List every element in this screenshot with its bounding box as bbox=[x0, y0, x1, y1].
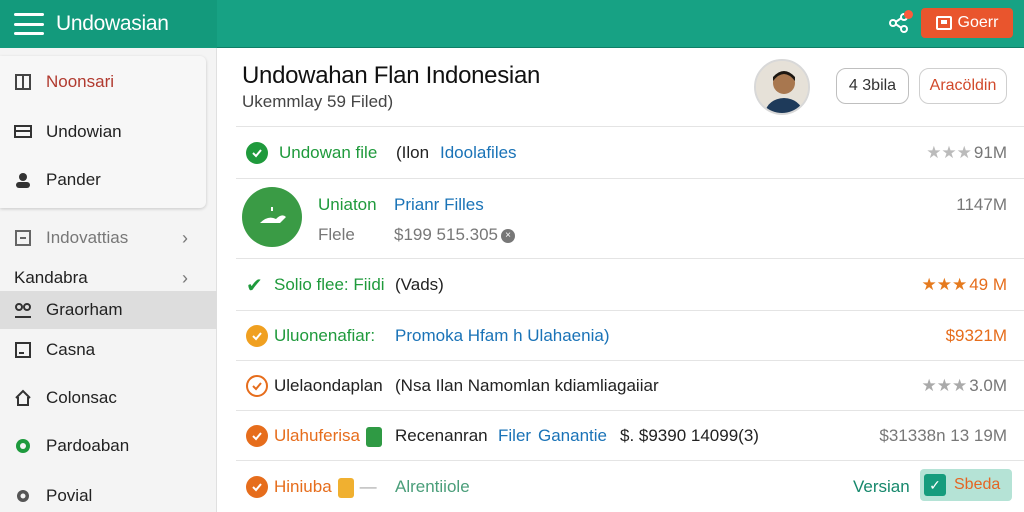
sidebar-item-indovattias[interactable]: Indovattias › bbox=[14, 224, 188, 252]
row-detail: (Vads) bbox=[395, 275, 444, 294]
row-size: $9321M bbox=[945, 326, 1007, 345]
row-link[interactable]: Prianr Filles bbox=[394, 195, 484, 215]
sidebar-item-label: Indovattias bbox=[46, 228, 129, 247]
monitor-icon bbox=[14, 123, 32, 141]
sidebar-item-pander[interactable]: Pander bbox=[14, 166, 101, 194]
top-action-button[interactable]: Goerr bbox=[921, 8, 1013, 38]
sidebar-item-label: Pander bbox=[46, 170, 101, 189]
close-icon[interactable]: × bbox=[501, 228, 515, 243]
table-row[interactable]: Hiniuba — Alrentiiole Versian bbox=[236, 460, 1024, 512]
sidebar-item-undowian[interactable]: Undowian bbox=[14, 118, 122, 146]
row-name: Ulelaondaplan bbox=[274, 376, 383, 395]
sidebar-item-povial[interactable]: Povial bbox=[14, 482, 92, 510]
sidebar-item-label: Noonsari bbox=[46, 72, 115, 91]
row-size: $31338n 13 19M bbox=[879, 426, 1007, 445]
people-icon bbox=[14, 301, 32, 319]
version-button-label: Sbeda bbox=[954, 476, 1001, 493]
row-type: Flele bbox=[318, 225, 355, 244]
check-circle-icon bbox=[246, 476, 268, 498]
sidebar-item-label: Pardoaban bbox=[46, 436, 130, 455]
sidebar-item-pardoaban[interactable]: Pardoaban bbox=[14, 432, 129, 460]
table-row[interactable]: Ulelaondaplan (Nsa Ilan Namomlan kdiamli… bbox=[236, 360, 1024, 410]
row-link-2[interactable]: Ganantie bbox=[538, 426, 607, 446]
row-detail: Alrentiiole bbox=[395, 477, 470, 496]
sidebar-item-graorham[interactable]: Graorham bbox=[14, 296, 123, 324]
check-circle-icon bbox=[246, 425, 268, 447]
gear-icon bbox=[14, 487, 32, 505]
badge-icon bbox=[366, 426, 382, 447]
row-name: Hiniuba — bbox=[274, 477, 377, 498]
chevron-right-icon: › bbox=[182, 267, 188, 288]
table-row[interactable]: Ulahuferisa Recenanran Filer Ganantie $.… bbox=[236, 410, 1024, 460]
row-size: ★★★ 3.0M bbox=[921, 376, 1007, 395]
sidebar-item-label: Povial bbox=[46, 486, 93, 505]
file-icon bbox=[242, 187, 302, 247]
row-name: Ulahuferisa bbox=[274, 426, 388, 447]
row-name: Undowan file bbox=[279, 143, 378, 162]
table-row[interactable]: Uluonenafiar: Promoka Hfam h Ulahaenia) … bbox=[236, 310, 1024, 360]
filter-pill[interactable]: 4 3bila bbox=[836, 68, 909, 104]
row-price: $199 515.305 × bbox=[394, 225, 515, 245]
printer-icon bbox=[935, 16, 952, 30]
grid-icon bbox=[14, 73, 32, 91]
sidebar-item-label: Kandabra bbox=[14, 268, 88, 287]
row-size: 1147M bbox=[956, 195, 1007, 214]
check-circle-icon bbox=[246, 325, 268, 347]
sidebar-item-noonsari[interactable]: Noonsari bbox=[14, 68, 114, 96]
row-price: $. $9390 14099(3) bbox=[620, 426, 759, 445]
row-name: Solio flee: Fiidi bbox=[274, 275, 385, 294]
sidebar-item-label: Graorham bbox=[46, 300, 123, 319]
sidebar: Noonsari Undowian Pander Indovattias › K… bbox=[0, 48, 217, 512]
row-detail: (Nsa Ilan Namomlan kdiamliagaiiar bbox=[395, 376, 659, 395]
sidebar-item-kandabra[interactable]: Kandabra › bbox=[14, 264, 188, 292]
checkbox-icon: ✓ bbox=[924, 474, 946, 496]
row-link[interactable]: Idoolafiles bbox=[440, 143, 517, 163]
app-title: Undowasian bbox=[56, 12, 169, 35]
table-row[interactable]: Uniaton Prianr Filles Flele $199 515.305… bbox=[236, 178, 1024, 258]
notification-icon[interactable] bbox=[887, 10, 913, 35]
user-icon bbox=[14, 171, 32, 189]
table-row[interactable]: ✔ Solio flee: Fiidi (Vads) ★★★ 49 M bbox=[236, 258, 1024, 310]
avatar[interactable] bbox=[754, 59, 810, 115]
version-label: Versian bbox=[853, 477, 910, 496]
sidebar-item-label: Casna bbox=[46, 340, 96, 359]
checkmark-icon: ✔ bbox=[246, 275, 263, 297]
chevron-right-icon: › bbox=[182, 227, 188, 248]
row-detail: (Ilon bbox=[396, 143, 430, 162]
star-rating-icon: ★★★ bbox=[926, 143, 972, 162]
version-button[interactable]: ✓ Sbeda bbox=[920, 469, 1012, 501]
star-rating-icon: ★★★ bbox=[921, 275, 968, 294]
badge-icon bbox=[337, 477, 354, 498]
sidebar-item-casna[interactable]: Casna bbox=[14, 336, 95, 364]
sidebar-item-label: Undowian bbox=[46, 122, 122, 141]
gear-green-icon bbox=[14, 437, 32, 455]
row-name: Uniaton bbox=[318, 195, 377, 214]
notification-dot bbox=[904, 10, 913, 19]
page-title: Undowahan Flan Indonesian bbox=[242, 62, 541, 89]
home-icon bbox=[14, 389, 32, 407]
action-pill[interactable]: Aracöldin bbox=[919, 68, 1007, 104]
check-circle-icon bbox=[246, 375, 268, 397]
star-rating-icon: ★★★ bbox=[921, 376, 968, 395]
table-row[interactable]: Undowan file (Ilon Idoolafiles ★★★ 91M bbox=[236, 126, 1024, 178]
edit-icon bbox=[14, 229, 32, 247]
top-action-label: Goerr bbox=[957, 14, 999, 31]
row-link[interactable]: Promoka Hfam h Ulahaenia) bbox=[395, 326, 609, 346]
row-size: ★★★ 91M bbox=[926, 143, 1007, 162]
page-subtitle: Ukemmlay 59 Filed) bbox=[242, 92, 394, 111]
menu-icon[interactable] bbox=[14, 13, 44, 35]
row-size: ★★★ 49 M bbox=[921, 275, 1007, 294]
check-circle-icon bbox=[246, 142, 268, 164]
window-icon bbox=[14, 341, 32, 359]
top-bar: Undowasian Goerr bbox=[0, 0, 1024, 48]
row-name: Uluonenafiar: bbox=[274, 326, 376, 345]
brand-area: Undowasian bbox=[0, 0, 217, 48]
sidebar-item-label: Colonsac bbox=[46, 388, 117, 407]
row-detail: Recenanran bbox=[395, 426, 488, 445]
sidebar-item-colonsac[interactable]: Colonsac bbox=[14, 384, 117, 412]
row-link[interactable]: Filer bbox=[498, 426, 531, 446]
